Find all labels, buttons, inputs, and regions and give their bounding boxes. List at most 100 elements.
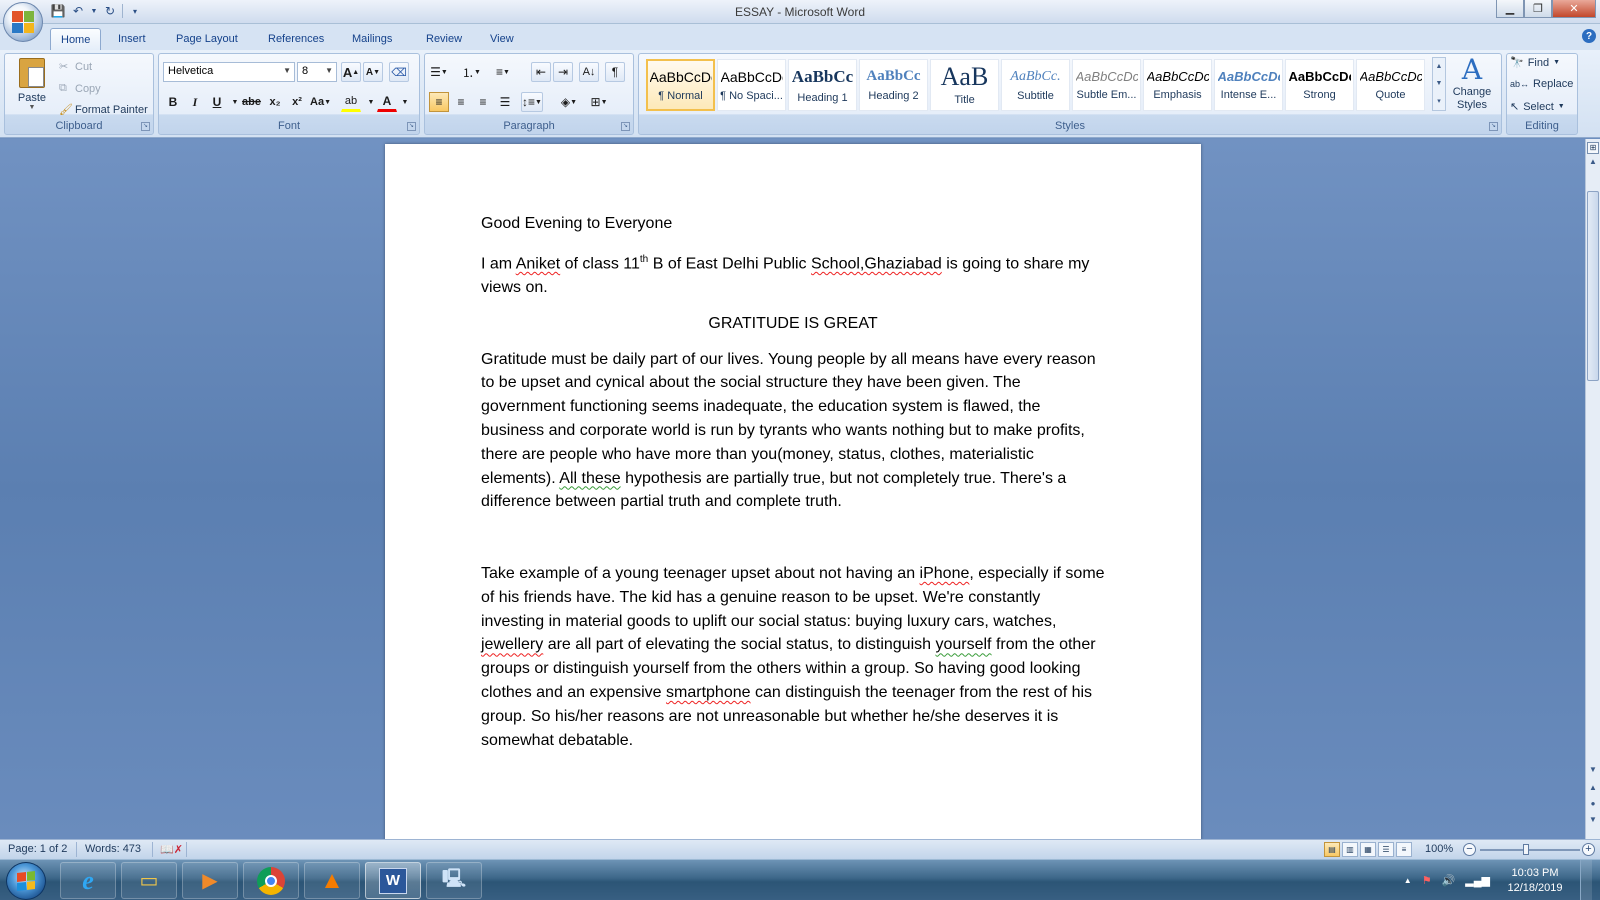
paragraph-launcher-icon[interactable]: ↘ bbox=[621, 122, 630, 131]
tab-view[interactable]: View bbox=[480, 28, 524, 50]
clear-formatting-button[interactable]: ⌫ bbox=[389, 62, 409, 82]
format-painter-button[interactable]: 🖌 Format Painter bbox=[59, 103, 148, 117]
paste-button[interactable]: Paste ▼ bbox=[11, 58, 53, 118]
subscript-button[interactable]: x₂ bbox=[265, 92, 285, 112]
vertical-scrollbar[interactable]: ⊞ ▲ ▼ ▲ ● ▼ bbox=[1585, 139, 1600, 839]
find-button[interactable]: 🔭 Find ▼ bbox=[1510, 56, 1560, 70]
tab-review[interactable]: Review bbox=[416, 28, 472, 50]
highlight-button[interactable]: ab bbox=[341, 92, 361, 112]
multilevel-list-button[interactable]: ≡ ▼ bbox=[493, 62, 513, 82]
replace-button[interactable]: ab↔ Replace bbox=[1510, 78, 1573, 90]
action-center-icon[interactable]: ⚑ bbox=[1422, 874, 1432, 887]
view-ruler-icon[interactable]: ⊞ bbox=[1587, 142, 1599, 154]
line-spacing-button[interactable]: ↕≡ ▼ bbox=[521, 92, 543, 112]
show-marks-button[interactable]: ¶ bbox=[605, 62, 625, 82]
font-color-dropdown-icon[interactable]: ▼ bbox=[395, 92, 415, 112]
document-page[interactable]: Good Evening to Everyone I am Aniket of … bbox=[385, 144, 1201, 839]
style-heading-2[interactable]: AaBbCc Heading 2 bbox=[859, 59, 928, 111]
select-button[interactable]: ↖ Select ▼ bbox=[1510, 100, 1565, 114]
zoom-slider-track[interactable] bbox=[1480, 849, 1580, 851]
network-icon[interactable]: ▂▄▆ bbox=[1465, 874, 1490, 887]
align-center-button[interactable]: ≡ bbox=[451, 92, 471, 112]
internet-explorer-icon[interactable]: e bbox=[60, 862, 116, 899]
copy-button[interactable]: ⧉ Copy bbox=[59, 82, 101, 95]
next-page-icon[interactable]: ▼ bbox=[1587, 815, 1599, 827]
change-styles-button[interactable]: A Change Styles bbox=[1445, 54, 1499, 114]
zoom-out-icon[interactable]: − bbox=[1463, 843, 1476, 856]
scrollbar-thumb[interactable] bbox=[1587, 191, 1599, 381]
media-player-icon[interactable]: ▶ bbox=[182, 862, 238, 899]
bold-button[interactable]: B bbox=[163, 92, 183, 112]
increase-indent-button[interactable]: ⇥ bbox=[553, 62, 573, 82]
tab-mailings[interactable]: Mailings bbox=[342, 28, 402, 50]
italic-button[interactable]: I bbox=[185, 92, 205, 112]
styles-launcher-icon[interactable]: ↘ bbox=[1489, 122, 1498, 131]
style-intense-emphasis[interactable]: AaBbCcDc Intense E... bbox=[1214, 59, 1283, 111]
word-count[interactable]: Words: 473 bbox=[85, 843, 141, 855]
decrease-indent-button[interactable]: ⇤ bbox=[531, 62, 551, 82]
clipboard-launcher-icon[interactable]: ↘ bbox=[141, 122, 150, 131]
shrink-font-button[interactable]: A ▼ bbox=[363, 62, 383, 82]
full-screen-reading-icon[interactable]: ▥ bbox=[1342, 842, 1358, 857]
chrome-icon[interactable] bbox=[243, 862, 299, 899]
tab-references[interactable]: References bbox=[258, 28, 334, 50]
file-explorer-icon[interactable]: ▭ bbox=[121, 862, 177, 899]
style-heading-1[interactable]: AaBbCc Heading 1 bbox=[788, 59, 857, 111]
gallery-down-icon[interactable]: ▼ bbox=[1436, 80, 1443, 87]
font-launcher-icon[interactable]: ↘ bbox=[407, 122, 416, 131]
tab-page-layout[interactable]: Page Layout bbox=[166, 28, 248, 50]
print-layout-icon[interactable]: ▤ bbox=[1324, 842, 1340, 857]
change-case-button[interactable]: Aa ▼ bbox=[309, 92, 332, 112]
numbering-button[interactable]: ⒈ ▼ bbox=[461, 62, 482, 82]
vlc-icon[interactable]: ▲ bbox=[304, 862, 360, 899]
tab-insert[interactable]: Insert bbox=[108, 28, 156, 50]
style-subtitle[interactable]: AaBbCc. Subtitle bbox=[1001, 59, 1070, 111]
zoom-slider-thumb[interactable] bbox=[1523, 844, 1529, 855]
style-title[interactable]: AaB Title bbox=[930, 59, 999, 111]
underline-button[interactable]: U bbox=[207, 92, 227, 112]
zoom-level[interactable]: 100% bbox=[1425, 843, 1453, 855]
style-no-spacing[interactable]: AaBbCcDc ¶ No Spaci... bbox=[717, 59, 786, 111]
styles-gallery-scroll[interactable]: ▲ ▼ ▾ bbox=[1432, 57, 1446, 111]
office-button[interactable] bbox=[3, 2, 43, 42]
gallery-up-icon[interactable]: ▲ bbox=[1436, 63, 1443, 70]
start-button[interactable] bbox=[6, 862, 46, 900]
bullets-button[interactable]: ☰ ▼ bbox=[429, 62, 449, 82]
strikethrough-button[interactable]: abe bbox=[241, 92, 262, 112]
document-body[interactable]: Good Evening to Everyone I am Aniket of … bbox=[481, 212, 1105, 764]
outline-icon[interactable]: ☰ bbox=[1378, 842, 1394, 857]
align-right-button[interactable]: ≡ bbox=[473, 92, 493, 112]
show-desktop-button[interactable] bbox=[1580, 860, 1592, 900]
close-button[interactable]: ✕ bbox=[1552, 0, 1596, 18]
style-emphasis[interactable]: AaBbCcDc Emphasis bbox=[1143, 59, 1212, 111]
zoom-in-icon[interactable]: + bbox=[1582, 843, 1595, 856]
style-strong[interactable]: AaBbCcDc Strong bbox=[1285, 59, 1354, 111]
align-left-button[interactable]: ≡ bbox=[429, 92, 449, 112]
maximize-button[interactable]: ❐ bbox=[1524, 0, 1552, 18]
draft-icon[interactable]: ≡ bbox=[1396, 842, 1412, 857]
help-icon[interactable]: ? bbox=[1582, 29, 1596, 43]
superscript-button[interactable]: x² bbox=[287, 92, 307, 112]
sort-button[interactable]: A↓ bbox=[579, 62, 599, 82]
show-hidden-icons-icon[interactable]: ▲ bbox=[1404, 876, 1412, 885]
word-taskbar-icon[interactable]: W bbox=[365, 862, 421, 899]
tab-home[interactable]: Home bbox=[50, 28, 102, 50]
style-subtle-emphasis[interactable]: AaBbCcDc Subtle Em... bbox=[1072, 59, 1141, 111]
proofing-icon[interactable]: 📖✗ bbox=[160, 843, 183, 856]
style-normal[interactable]: AaBbCcDc ¶ Normal bbox=[646, 59, 715, 111]
font-size-combo[interactable]: 8 ▼ bbox=[297, 62, 337, 82]
page-count[interactable]: Page: 1 of 2 bbox=[8, 843, 67, 855]
browse-object-icon[interactable]: ● bbox=[1587, 799, 1599, 811]
justify-button[interactable]: ☰ bbox=[495, 92, 515, 112]
clock[interactable]: 10:03 PM 12/18/2019 bbox=[1500, 866, 1570, 896]
previous-page-icon[interactable]: ▲ bbox=[1587, 783, 1599, 795]
grow-font-button[interactable]: A ▲ bbox=[341, 62, 361, 82]
scroll-down-icon[interactable]: ▼ bbox=[1587, 765, 1599, 777]
minimize-button[interactable]: ▁ bbox=[1496, 0, 1524, 18]
scroll-up-icon[interactable]: ▲ bbox=[1587, 157, 1599, 169]
cut-button[interactable]: ✂ Cut bbox=[59, 60, 92, 74]
shading-button[interactable]: ◈ ▼ bbox=[559, 92, 579, 112]
volume-icon[interactable]: 🔊 bbox=[1442, 874, 1456, 887]
font-color-button[interactable]: A bbox=[377, 92, 397, 112]
computer-icon[interactable]: 🖳 bbox=[426, 862, 482, 899]
